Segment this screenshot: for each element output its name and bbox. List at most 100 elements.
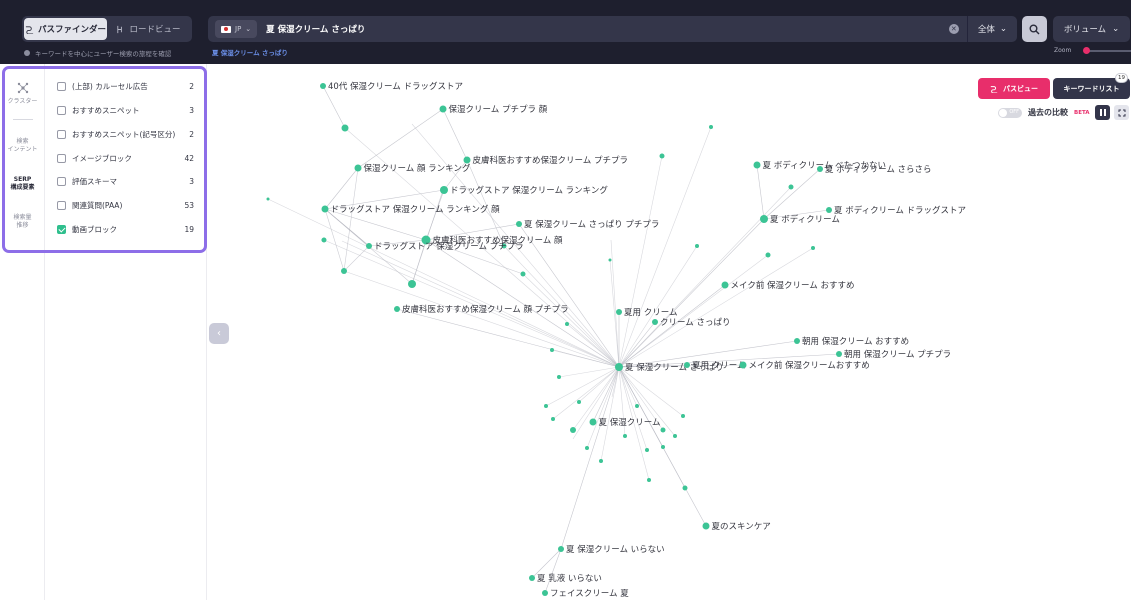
serp-checkbox[interactable] <box>57 153 66 163</box>
graph-node[interactable] <box>836 351 842 357</box>
graph-node-label[interactable]: 保湿クリーム プチプラ 顔 <box>449 104 548 115</box>
graph-node-small[interactable] <box>660 427 666 433</box>
graph-node[interactable] <box>684 362 690 368</box>
graph-node-small[interactable] <box>811 246 815 250</box>
graph-node[interactable] <box>366 243 372 249</box>
rail-intent[interactable]: 検索 インテント <box>0 130 45 154</box>
graph-node-small[interactable] <box>682 485 688 491</box>
zoom-handle[interactable] <box>1083 47 1091 54</box>
graph-node-small[interactable] <box>321 238 325 242</box>
graph-node-label[interactable]: 夏 ボディクリーム さらさら <box>825 164 932 175</box>
graph-node-small[interactable] <box>585 446 589 450</box>
graph-node-label[interactable]: 朝用 保湿クリーム おすすめ <box>802 336 909 347</box>
graph-node[interactable] <box>702 522 710 530</box>
roadview-tab[interactable]: ロードビュー <box>107 18 190 40</box>
graph-node[interactable] <box>463 156 471 164</box>
graph-node[interactable] <box>440 186 448 194</box>
graph-node[interactable] <box>516 221 522 227</box>
graph-node-small[interactable] <box>788 184 794 190</box>
graph-node[interactable] <box>817 166 823 172</box>
graph-node-small[interactable] <box>709 125 713 129</box>
graph-node-small[interactable] <box>341 268 347 274</box>
graph-node[interactable] <box>615 363 623 371</box>
scope-select[interactable]: 全体 ⌄ <box>968 16 1017 42</box>
serp-item[interactable]: (上部) カルーセル広告 2 <box>57 79 194 93</box>
rail-cluster[interactable]: クラスター <box>0 82 45 106</box>
graph-node-small[interactable] <box>550 348 554 352</box>
graph-node[interactable] <box>439 105 447 113</box>
graph-node[interactable] <box>616 309 622 315</box>
graph-node-small[interactable] <box>577 400 581 404</box>
graph-node-label[interactable]: 夏 ボディクリーム ドラッグストア <box>834 205 966 216</box>
pathfinder-tab[interactable]: パスファインダー <box>24 18 107 40</box>
graph-node-label[interactable]: 夏用 クリーム <box>692 361 745 371</box>
graph-node-label[interactable]: 夏用 クリーム <box>624 308 677 318</box>
graph-node-small[interactable] <box>520 271 526 277</box>
graph-node-label[interactable]: ドラッグストア 保湿クリーム ランキング 顔 <box>331 204 501 215</box>
graph-node[interactable] <box>739 361 747 369</box>
graph-node-small[interactable] <box>765 252 771 258</box>
graph-node[interactable] <box>529 575 535 581</box>
graph-node-small[interactable] <box>681 414 685 418</box>
serp-item[interactable]: イメージブロック 42 <box>57 151 194 165</box>
graph-node-label[interactable]: 40代 保湿クリーム ドラッグストア <box>328 81 463 92</box>
rail-serp[interactable]: SERP 構成要素 <box>0 168 45 192</box>
graph-node-small[interactable] <box>635 404 639 408</box>
graph-node-label[interactable]: 夏のスキンケア <box>712 522 771 532</box>
graph-node-small[interactable] <box>673 434 677 438</box>
graph-node-small[interactable] <box>645 448 649 452</box>
graph-node-label[interactable]: クリーム さっぱり <box>660 318 730 328</box>
graph-node[interactable] <box>794 338 800 344</box>
serp-item[interactable]: 関連質問(PAA) 53 <box>57 198 194 212</box>
serp-checkbox[interactable] <box>57 105 66 115</box>
graph-node-small[interactable] <box>647 478 651 482</box>
graph-node-small[interactable] <box>565 322 569 326</box>
graph-node-label[interactable]: メイク前 保湿クリーム おすすめ <box>731 280 855 291</box>
graph-node-label[interactable]: ドラッグストア 保湿クリーム プチプラ <box>374 241 524 252</box>
serp-item[interactable]: 動画ブロック 19 <box>57 222 194 236</box>
search-button[interactable] <box>1022 16 1047 42</box>
clear-icon[interactable]: ✕ <box>948 24 959 34</box>
graph-node-label[interactable]: メイク前 保湿クリームおすすめ <box>749 360 870 371</box>
graph-node-small[interactable] <box>570 427 576 433</box>
serp-checkbox[interactable] <box>57 200 66 210</box>
graph-node-label[interactable]: 皮膚科医おすすめ保湿クリーム 顔 プチプラ <box>402 304 569 315</box>
graph-node[interactable] <box>589 418 597 426</box>
keyword-graph[interactable]: 40代 保湿クリーム ドラッグストア保湿クリーム プチプラ 顔皮膚科医おすすめ保… <box>207 64 1131 600</box>
graph-node-label[interactable]: 夏 保湿クリーム いらない <box>566 544 665 555</box>
serp-checkbox[interactable] <box>57 176 66 186</box>
graph-node-small[interactable] <box>266 197 270 201</box>
graph-node-label[interactable]: 皮膚科医おすすめ保湿クリーム プチプラ <box>473 155 628 166</box>
graph-node-small[interactable] <box>695 244 699 248</box>
graph-node-label[interactable]: 夏 ボディクリーム <box>770 214 840 225</box>
graph-node-small[interactable] <box>659 153 665 159</box>
fit-view-button[interactable] <box>1114 105 1129 120</box>
country-select[interactable]: JP ⌄ <box>215 20 258 38</box>
graph-node[interactable] <box>753 161 761 169</box>
graph-node-label[interactable]: 朝用 保湿クリーム プチプラ <box>844 349 951 360</box>
graph-node[interactable] <box>354 164 362 172</box>
graph-node[interactable] <box>320 83 326 89</box>
serp-checkbox[interactable] <box>57 81 66 91</box>
graph-node[interactable] <box>321 205 329 213</box>
graph-node-small[interactable] <box>623 434 627 438</box>
graph-node[interactable] <box>721 281 729 289</box>
graph-node-small[interactable] <box>661 445 665 449</box>
graph-node-small[interactable] <box>544 404 548 408</box>
graph-node-small[interactable] <box>551 417 555 421</box>
serp-item[interactable]: 評価スキーマ 3 <box>57 174 194 188</box>
graph-node-label[interactable]: 夏 乳液 いらない <box>537 573 602 584</box>
serp-checkbox[interactable] <box>57 129 66 139</box>
serp-item[interactable]: おすすめスニペット 3 <box>57 103 194 117</box>
graph-canvas[interactable]: 40代 保湿クリーム ドラッグストア保湿クリーム プチプラ 顔皮膚科医おすすめ保… <box>207 64 1131 600</box>
search-input[interactable] <box>257 16 949 42</box>
graph-node-label[interactable]: フェイスクリーム 夏 <box>550 589 629 599</box>
graph-node[interactable] <box>760 215 768 223</box>
graph-node[interactable] <box>826 207 832 213</box>
graph-node[interactable] <box>394 306 400 312</box>
rail-trend[interactable]: 検索量 推移 <box>0 206 45 230</box>
graph-node-small[interactable] <box>557 375 561 379</box>
serp-checkbox[interactable] <box>57 224 66 234</box>
pathview-button[interactable]: パスビュー <box>978 78 1050 99</box>
graph-node-small[interactable] <box>408 280 416 288</box>
